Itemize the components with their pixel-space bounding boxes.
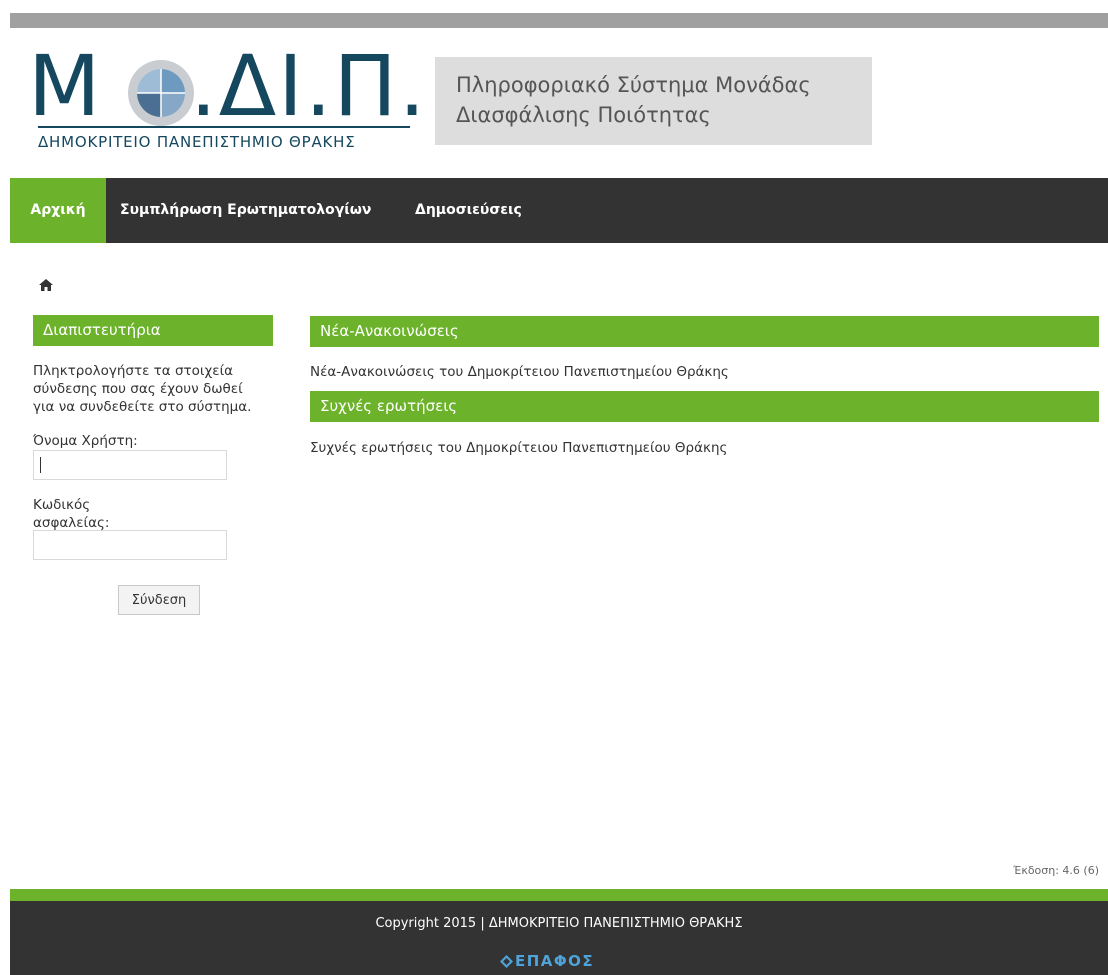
text-cursor xyxy=(40,457,41,473)
footer-accent-line xyxy=(10,889,1108,901)
password-label: Κωδικός ασφαλείας: xyxy=(33,497,110,531)
version-label: Έκδοση: 4.6 (6) xyxy=(1013,864,1099,877)
university-logo[interactable]: Μ .ΔΙ.Π. ΔΗΜΟΚΡΙΤΕΙΟ ΠΑΝΕΠΙΣΤΗΜΙΟ ΘΡΑΚΗΣ xyxy=(10,44,426,157)
faq-section-title: Συχνές ερωτήσεις xyxy=(310,391,1099,422)
login-button[interactable]: Σύνδεση xyxy=(118,585,200,615)
logo-underline xyxy=(38,126,410,128)
globe-icon xyxy=(128,60,194,126)
main-navigation: Αρχική Συμπλήρωση Ερωτηματολογίων Δημοσι… xyxy=(10,178,1108,243)
username-label: Όνομα Χρήστη: xyxy=(33,433,138,449)
login-panel-title: Διαπιστευτήρια xyxy=(33,315,273,346)
system-title-box: Πληροφοριακό Σύστημα Μονάδας Διασφάλισης… xyxy=(435,57,872,145)
home-icon[interactable] xyxy=(39,279,53,291)
logo-university-name: ΔΗΜΟΚΡΙΤΕΙΟ ΠΑΝΕΠΙΣΤΗΜΙΟ ΘΡΑΚΗΣ xyxy=(38,133,356,151)
password-input[interactable] xyxy=(33,530,227,560)
epafos-brand-text: ΕΠΑΦΟΣ xyxy=(515,952,595,970)
logo-letter-m: Μ xyxy=(28,37,103,135)
news-section-title: Νέα-Ανακοινώσεις xyxy=(310,316,1099,347)
top-bar xyxy=(10,13,1108,28)
footer: Copyright 2015 | ΔΗΜΟΚΡΙΤΕΙΟ ΠΑΝΕΠΙΣΤΗΜΙ… xyxy=(10,901,1108,975)
login-description: Πληκτρολογήστε τα στοιχεία σύνδεσης που … xyxy=(33,363,252,415)
epafos-logo-icon xyxy=(500,955,513,968)
nav-item-publications[interactable]: Δημοσιεύσεις xyxy=(415,178,522,243)
news-text: Νέα-Ανακοινώσεις του Δημοκρίτειου Πανεπι… xyxy=(310,364,729,380)
nav-item-questionnaires[interactable]: Συμπλήρωση Ερωτηματολογίων xyxy=(120,178,371,243)
copyright-text: Copyright 2015 | ΔΗΜΟΚΡΙΤΕΙΟ ΠΑΝΕΠΙΣΤΗΜΙ… xyxy=(375,916,743,931)
faq-text: Συχνές ερωτήσεις του Δημοκρίτειου Πανεπι… xyxy=(310,440,728,456)
logo-letters: .ΔΙ.Π. xyxy=(190,37,428,135)
nav-item-home[interactable]: Αρχική xyxy=(10,178,106,243)
username-input[interactable] xyxy=(33,450,227,480)
system-title: Πληροφοριακό Σύστημα Μονάδας Διασφάλισης… xyxy=(456,73,811,127)
